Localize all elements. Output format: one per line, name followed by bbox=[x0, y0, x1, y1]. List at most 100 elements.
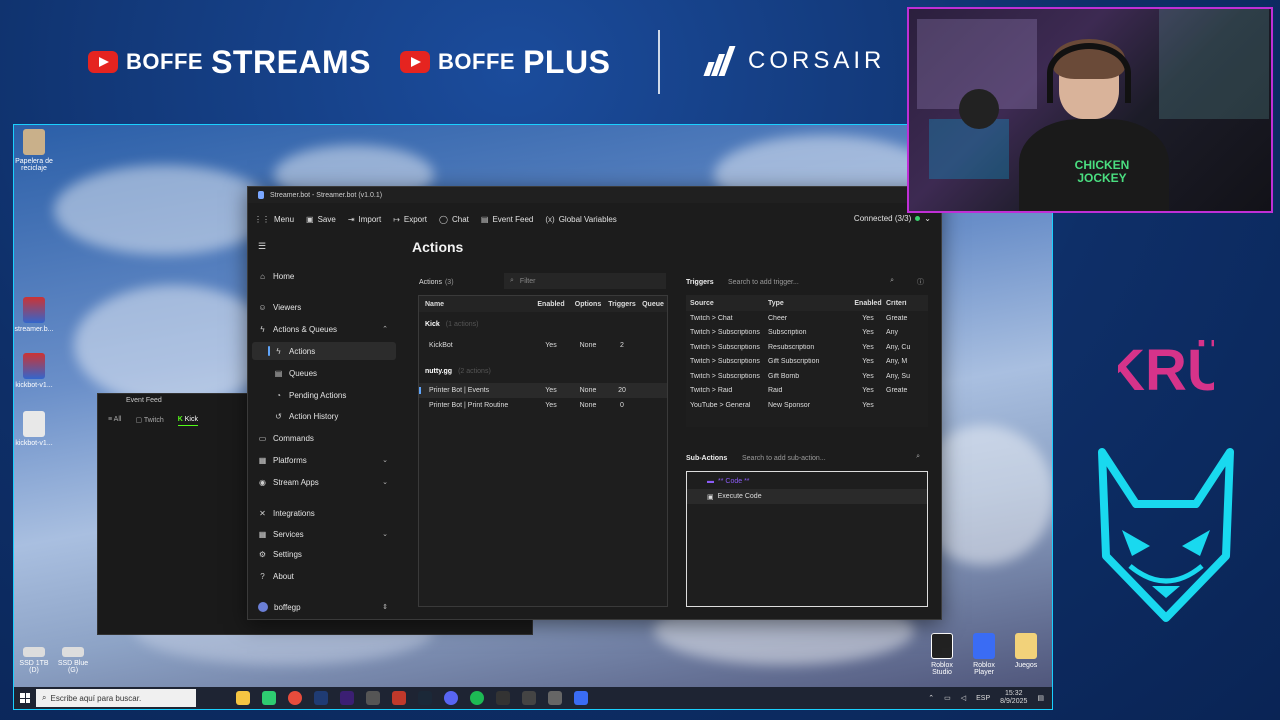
column-header-enabled[interactable]: Enabled bbox=[850, 300, 886, 307]
desktop-icon-roblox-player[interactable]: Roblox Player bbox=[964, 633, 1004, 676]
desktop-icon-streamerbot[interactable]: streamer.b... bbox=[14, 297, 54, 333]
table-row[interactable]: Twitch > Subscriptions Resubscription Yes A… bbox=[686, 340, 928, 355]
column-header-type[interactable]: Type bbox=[768, 300, 850, 307]
taskbar-spotify-icon[interactable] bbox=[470, 691, 484, 705]
sidebar-item-platforms[interactable]: ▦ Platforms ⌄ bbox=[252, 451, 396, 469]
taskbar-app-icon[interactable] bbox=[366, 691, 380, 705]
sidebar-item-actions[interactable]: ϟ Actions bbox=[252, 342, 396, 360]
action-group-nutty[interactable]: nutty.gg (2 actions) bbox=[419, 363, 667, 379]
desktop-icon-kickbot-2[interactable]: kickbot-v1... bbox=[14, 411, 54, 447]
action-options: None bbox=[579, 402, 597, 409]
desktop-icon-roblox-studio[interactable]: Roblox Studio bbox=[922, 633, 962, 676]
export-button[interactable]: ↦ Export bbox=[393, 215, 427, 224]
action-options: None bbox=[579, 342, 597, 349]
sidebar-item-integrations[interactable]: ✕ Integrations bbox=[252, 504, 396, 522]
global-variables-button[interactable]: (x) Global Variables bbox=[545, 215, 616, 224]
taskbar-streamerbot-icon[interactable] bbox=[574, 691, 588, 705]
sidebar-item-queues[interactable]: ▤ Queues bbox=[252, 364, 396, 382]
save-button[interactable]: ▣ Save bbox=[306, 215, 336, 224]
sidebar-item-viewers[interactable]: ☺ Viewers bbox=[252, 298, 396, 316]
table-row[interactable]: Printer Bot | Events Yes None 20 bbox=[419, 383, 667, 398]
connection-status[interactable]: Connected (3/3) ⌄ bbox=[854, 214, 931, 223]
tab-kick[interactable]: K Kick bbox=[177, 416, 198, 426]
event-feed-button[interactable]: ▤ Event Feed bbox=[481, 215, 533, 224]
menu-label: Global Variables bbox=[558, 214, 617, 224]
services-icon: ▦ bbox=[258, 529, 267, 539]
table-row[interactable]: YouTube > General New Sponsor Yes bbox=[686, 398, 928, 413]
desktop-icon-recycle-bin[interactable]: Papelera de reciclaje bbox=[14, 129, 54, 172]
trigger-search-input[interactable]: Search to add trigger... bbox=[724, 274, 900, 290]
desktop-icon-ssd-g[interactable]: SSD Blue (G) bbox=[54, 647, 92, 674]
column-header-source[interactable]: Source bbox=[686, 300, 768, 307]
hamburger-icon[interactable]: ☰ bbox=[258, 241, 266, 252]
sidebar-item-services[interactable]: ▦ Services ⌄ bbox=[252, 525, 396, 543]
tab-twitch[interactable]: ▢ Twitch bbox=[135, 416, 163, 426]
taskbar-app-icon[interactable] bbox=[522, 691, 536, 705]
column-header-enabled[interactable]: Enabled bbox=[531, 301, 571, 308]
taskbar-app-icon[interactable] bbox=[392, 691, 406, 705]
sidebar-item-action-history[interactable]: ↺ Action History bbox=[252, 407, 396, 425]
taskbar-search-input[interactable]: ⌕ Escribe aquí para buscar. bbox=[36, 689, 196, 707]
search-icon[interactable]: ⌕ bbox=[890, 277, 894, 285]
actions-filter-input[interactable]: ⌕ Filter bbox=[504, 273, 666, 289]
sidebar-user[interactable]: boffegp ⇕ bbox=[252, 598, 396, 616]
column-header-criteria[interactable]: Criteri bbox=[886, 300, 928, 307]
trigger-source: Twitch > Subscriptions bbox=[690, 372, 760, 380]
column-header-triggers[interactable]: Triggers bbox=[605, 301, 639, 308]
desktop-icon-ssd-d[interactable]: SSD 1TB (D) bbox=[16, 647, 52, 674]
tab-all[interactable]: ≡ All bbox=[108, 416, 121, 426]
action-group-kick[interactable]: Kick (1 actions) bbox=[419, 316, 667, 332]
platforms-icon: ▦ bbox=[258, 455, 267, 465]
sidebar-item-home[interactable]: ⌂ Home bbox=[252, 267, 396, 285]
taskbar-obs-icon[interactable] bbox=[496, 691, 510, 705]
table-row[interactable]: Twitch > Chat Cheer Yes Greate bbox=[686, 311, 928, 326]
subactions-list: ▬ ** Code ** ▣ Execute Code bbox=[686, 471, 928, 607]
search-icon[interactable]: ⌕ bbox=[916, 453, 920, 461]
chevron-up-icon[interactable]: ⌃ bbox=[928, 694, 934, 702]
taskbar-app-icon[interactable] bbox=[548, 691, 562, 705]
chat-button[interactable]: ◯ Chat bbox=[439, 215, 469, 224]
taskbar-steam-icon[interactable] bbox=[418, 691, 432, 705]
trigger-criteria: Any bbox=[886, 329, 899, 337]
chevron-down-icon: ⌄ bbox=[924, 214, 931, 223]
table-row[interactable]: KickBot Yes None 2 bbox=[419, 338, 667, 353]
sidebar-item-stream-apps[interactable]: ◉ Stream Apps ⌄ bbox=[252, 473, 396, 491]
table-row[interactable]: Twitch > Raid Raid Yes Greate bbox=[686, 384, 928, 399]
network-icon[interactable]: ▭ bbox=[944, 694, 951, 702]
table-row[interactable]: Twitch > Subscriptions Gift Subscription Y… bbox=[686, 355, 928, 370]
taskbar-explorer-icon[interactable] bbox=[236, 691, 250, 705]
language-indicator[interactable]: ESP bbox=[976, 695, 990, 702]
clock[interactable]: 15:32 8/9/2025 bbox=[1000, 690, 1027, 706]
sidebar-item-pending-actions[interactable]: ◔ Pending Actions bbox=[252, 386, 396, 404]
sidebar-item-settings[interactable]: ⚙ Settings bbox=[252, 545, 396, 563]
info-icon[interactable]: ⓘ bbox=[917, 277, 924, 287]
subaction-execute-code[interactable]: ▣ Execute Code bbox=[687, 489, 927, 504]
column-header-name[interactable]: Name bbox=[419, 301, 531, 308]
subaction-search-input[interactable]: Search to add sub-action... bbox=[742, 450, 826, 466]
import-button[interactable]: ⇥ Import bbox=[348, 215, 381, 224]
menu-button[interactable]: ⋮⋮ Menu bbox=[254, 215, 294, 224]
taskbar-discord-icon[interactable] bbox=[444, 691, 458, 705]
notifications-icon[interactable]: ▤ bbox=[1037, 694, 1044, 702]
table-row[interactable]: Twitch > Subscriptions Gift Bomb Yes Any, S… bbox=[686, 369, 928, 384]
table-row[interactable]: Printer Bot | Print Routine Yes None 0 bbox=[419, 398, 667, 413]
subaction-label: ** Code ** bbox=[718, 478, 750, 485]
sidebar-item-about[interactable]: ? About bbox=[252, 567, 396, 585]
column-header-options[interactable]: Options bbox=[571, 301, 605, 308]
volume-icon[interactable]: ◁ bbox=[961, 694, 966, 702]
taskbar-premiere-icon[interactable] bbox=[340, 691, 354, 705]
subaction-group-code[interactable]: ▬ ** Code ** bbox=[687, 474, 927, 489]
column-header-queue[interactable]: Queue bbox=[639, 301, 667, 308]
sidebar-item-commands[interactable]: ▭ Commands bbox=[252, 429, 396, 447]
sidebar-item-actions-queues[interactable]: ϟ Actions & Queues ⌃ bbox=[252, 320, 396, 338]
desktop-icon-juegos[interactable]: Juegos bbox=[1006, 633, 1046, 669]
trigger-criteria: Any, Su bbox=[886, 372, 910, 380]
start-button[interactable] bbox=[14, 687, 36, 709]
desktop-icon-kickbot[interactable]: kickbot-v1... bbox=[14, 353, 54, 389]
taskbar-app-icon[interactable] bbox=[262, 691, 276, 705]
window-title: Streamer.bot - Streamer.bot (v1.0.1) bbox=[270, 191, 383, 199]
table-row[interactable]: Twitch > Subscriptions Subscription Yes Any bbox=[686, 326, 928, 341]
taskbar-photoshop-icon[interactable] bbox=[314, 691, 328, 705]
taskbar-chrome-icon[interactable] bbox=[288, 691, 302, 705]
actions-count: (3) bbox=[444, 278, 454, 286]
